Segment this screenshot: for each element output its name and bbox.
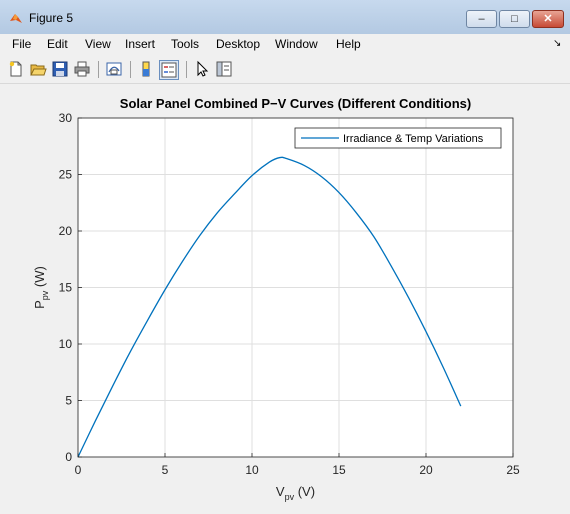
y-tick-label: 5 — [65, 394, 72, 408]
figure-window: Figure 5 – □ ✕ File Edit View Insert Too… — [0, 0, 570, 514]
minimize-icon: – — [478, 13, 485, 25]
pv-curve-chart: 0 5 10 15 20 25 0 5 10 15 20 25 30 Solar Panel Combi… — [32, 96, 520, 502]
legend-icon[interactable] — [159, 60, 179, 80]
y-tick-label: 20 — [59, 224, 73, 238]
y-axis-label: Ppv (W) — [32, 266, 50, 309]
y-tick-label: 25 — [59, 168, 73, 182]
open-file-icon[interactable] — [29, 60, 47, 78]
figure-canvas: 0 5 10 15 20 25 0 5 10 15 20 25 30 Solar Panel Combi… — [6, 84, 564, 508]
menu-file[interactable]: File — [12, 37, 31, 51]
dock-figure-icon[interactable]: ↘ — [553, 38, 561, 49]
pointer-icon[interactable] — [193, 60, 211, 78]
x-axis-label: Vpv (V) — [276, 484, 315, 502]
colorbar-icon[interactable] — [137, 60, 155, 78]
link-plot-icon[interactable] — [105, 60, 123, 78]
legend[interactable]: Irradiance & Temp Variations — [294, 127, 502, 149]
x-tick-label: 20 — [419, 463, 433, 477]
toolbar-separator — [98, 61, 99, 78]
legend-entry-label: Irradiance & Temp Variations — [343, 133, 484, 145]
print-icon[interactable] — [73, 60, 91, 78]
toolbar — [0, 57, 570, 84]
maximize-button[interactable]: □ — [499, 10, 530, 28]
x-tick-label: 25 — [506, 463, 520, 477]
chart-title: Solar Panel Combined P−V Curves (Differe… — [120, 96, 471, 111]
menu-window[interactable]: Window — [275, 37, 318, 51]
save-icon[interactable] — [51, 60, 69, 78]
toolbar-separator — [130, 61, 131, 78]
minimize-button[interactable]: – — [466, 10, 497, 28]
menu-view[interactable]: View — [85, 37, 111, 51]
menu-insert[interactable]: Insert — [125, 37, 155, 51]
close-icon: ✕ — [543, 13, 553, 25]
new-figure-icon[interactable] — [7, 60, 25, 78]
y-tick-label: 0 — [65, 450, 72, 464]
menu-edit[interactable]: Edit — [47, 37, 68, 51]
y-tick-label: 10 — [59, 337, 73, 351]
close-button[interactable]: ✕ — [532, 10, 564, 28]
x-tick-label: 10 — [245, 463, 259, 477]
menu-bar: File Edit View Insert Tools Desktop Wind… — [0, 34, 570, 56]
y-tick-label: 15 — [59, 281, 73, 295]
x-tick-label: 5 — [162, 463, 169, 477]
menu-desktop[interactable]: Desktop — [216, 37, 260, 51]
window-title: Figure 5 — [29, 11, 74, 25]
toolbar-separator — [186, 61, 187, 78]
x-tick-label: 0 — [75, 463, 82, 477]
matlab-logo-icon — [10, 14, 22, 23]
maximize-icon: □ — [511, 13, 518, 25]
menu-tools[interactable]: Tools — [171, 37, 199, 51]
menu-help[interactable]: Help — [336, 37, 361, 51]
x-tick-label: 15 — [332, 463, 346, 477]
title-bar[interactable]: Figure 5 – □ ✕ — [0, 0, 570, 35]
y-tick-label: 30 — [59, 111, 73, 125]
property-editor-icon[interactable] — [215, 60, 233, 78]
